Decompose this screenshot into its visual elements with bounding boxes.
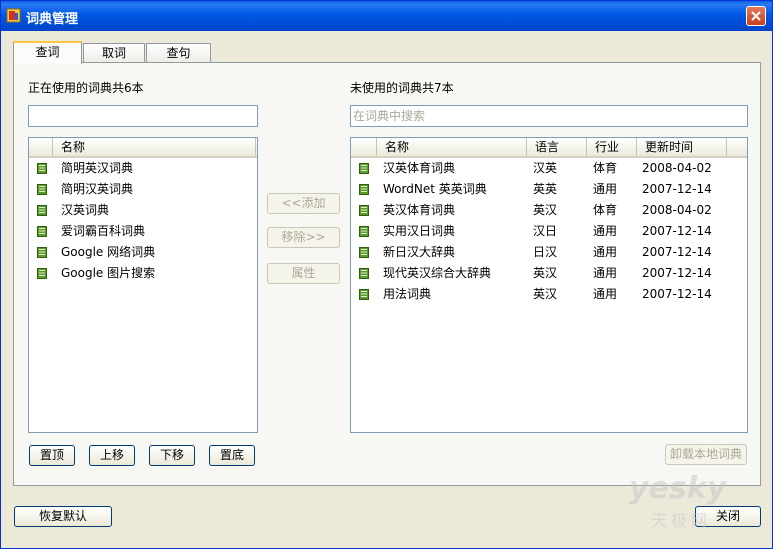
dictionary-update-time: 2007-12-14 [642, 266, 712, 280]
move-up-button[interactable]: 上移 [89, 445, 135, 466]
active-dictionary-row[interactable]: 简明英汉词典 [29, 158, 257, 179]
dictionary-icon [359, 247, 369, 258]
unused-dictionary-row[interactable]: 实用汉日词典 汉日 通用 2007-12-14 [351, 221, 747, 242]
dictionary-name: 英汉体育词典 [383, 203, 456, 217]
header-industry[interactable]: 行业 [587, 138, 637, 156]
active-dictionaries-list[interactable]: 名称 简明英汉词典 简明汉英词典 汉英词典爱词霸百科词典 Google 网络词典 Goo… [28, 137, 258, 433]
dictionary-properties-button[interactable]: 属性 [267, 263, 340, 284]
move-down-button[interactable]: 下移 [149, 445, 195, 466]
dictionary-update-time: 2007-12-14 [642, 182, 712, 196]
dictionary-name: 汉英体育词典 [383, 161, 456, 175]
dictionary-update-time: 2007-12-14 [642, 287, 712, 301]
move-to-top-button[interactable]: 置顶 [29, 445, 75, 466]
add-dictionary-button[interactable]: <<添加 [267, 193, 340, 214]
unused-dictionaries-caption: 未使用的词典共7本 [350, 81, 454, 95]
dictionary-icon [359, 289, 369, 300]
dictionary-update-time: 2007-12-14 [642, 245, 712, 259]
header-name[interactable]: 名称 [377, 138, 527, 156]
dictionary-icon [359, 163, 369, 174]
unused-dictionary-row[interactable]: 汉英体育词典 汉英 体育 2008-04-02 [351, 158, 747, 179]
active-dictionaries-caption: 正在使用的词典共6本 [28, 81, 144, 95]
dictionary-icon [37, 268, 47, 279]
dictionary-update-time: 2008-04-02 [642, 161, 712, 175]
unused-list-header: 名称 语言 行业 更新时间 [351, 138, 747, 158]
header-icon-column [351, 138, 377, 156]
dictionary-update-time: 2008-04-02 [642, 203, 712, 217]
dictionary-name: WordNet 英英词典 [383, 182, 487, 196]
dictionary-name: 汉英词典 [61, 203, 110, 217]
title-bar[interactable]: 词典管理 [1, 1, 772, 31]
dictionary-icon [359, 205, 369, 216]
dictionary-industry: 体育 [593, 161, 618, 175]
dictionary-industry: 通用 [593, 287, 618, 301]
active-dictionary-row[interactable]: Google 网络词典 [29, 242, 257, 263]
active-list-header: 名称 [29, 138, 257, 158]
tab-lookup-word[interactable]: 查词 [13, 41, 82, 64]
header-language[interactable]: 语言 [527, 138, 587, 156]
dictionary-icon [359, 226, 369, 237]
unused-dictionary-row[interactable]: 英汉体育词典 英汉 体育 2008-04-02 [351, 200, 747, 221]
header-name[interactable]: 名称 [53, 138, 256, 156]
dictionary-language: 汉日 [533, 224, 558, 238]
unused-dictionary-row[interactable]: 新日汉大辞典 日汉 通用 2007-12-14 [351, 242, 747, 263]
unused-dictionaries-list[interactable]: 名称 语言 行业 更新时间 汉英体育词典 汉英 体育 2008-04-02 WordNe… [350, 137, 748, 433]
remove-dictionary-button[interactable]: 移除>> [267, 227, 340, 248]
active-list-body: 简明英汉词典 简明汉英词典 汉英词典爱词霸百科词典 Google 网络词典 Google… [29, 158, 257, 284]
dictionary-industry: 通用 [593, 245, 618, 259]
move-to-bottom-button[interactable]: 置底 [209, 445, 255, 466]
dictionary-name: Google 网络词典 [61, 245, 156, 259]
dictionary-search-input[interactable] [350, 105, 748, 127]
active-filter-input[interactable] [28, 105, 258, 127]
dictionary-language: 英汉 [533, 266, 558, 280]
dictionary-icon [37, 163, 47, 174]
dictionary-icon [359, 268, 369, 279]
close-icon [751, 11, 761, 21]
dictionary-name: 爱词霸百科词典 [61, 224, 146, 238]
dictionary-language: 英汉 [533, 287, 558, 301]
dictionary-language: 英汉 [533, 203, 558, 217]
header-icon-column [29, 138, 53, 156]
unused-dictionary-row[interactable]: 用法词典 英汉 通用 2007-12-14 [351, 284, 747, 305]
dictionary-language: 汉英 [533, 161, 558, 175]
active-dictionary-row[interactable]: 简明汉英词典 [29, 179, 257, 200]
restore-defaults-button[interactable]: 恢复默认 [14, 506, 112, 527]
dictionary-name: Google 图片搜索 [61, 266, 156, 280]
watermark-line2: 天极网 [651, 511, 712, 530]
dictionary-name: 新日汉大辞典 [383, 245, 456, 259]
dictionary-language: 英英 [533, 182, 558, 196]
window-close-button[interactable] [746, 6, 766, 26]
yesky-watermark: yesky 天极网 [621, 471, 741, 531]
dictionary-name: 简明英汉词典 [61, 161, 134, 175]
dictionary-name: 实用汉日词典 [383, 224, 456, 238]
active-dictionary-row[interactable]: 爱词霸百科词典 [29, 221, 257, 242]
dictionary-icon [37, 205, 47, 216]
tab-lookup-sentence[interactable]: 查句 [146, 43, 211, 64]
dictionary-update-time: 2007-12-14 [642, 224, 712, 238]
dictionary-name: 现代英汉综合大辞典 [383, 266, 492, 280]
dictionary-language: 日汉 [533, 245, 558, 259]
unused-dictionary-row[interactable]: 现代英汉综合大辞典 英汉 通用 2007-12-14 [351, 263, 747, 284]
dictionary-industry: 通用 [593, 266, 618, 280]
dictionary-name: 用法词典 [383, 287, 432, 301]
window-title: 词典管理 [26, 12, 79, 27]
dictionary-industry: 通用 [593, 182, 618, 196]
tab-capture-word[interactable]: 取词 [83, 43, 145, 64]
dictionary-icon [37, 184, 47, 195]
dictionary-app-icon [6, 8, 21, 23]
header-update-time[interactable]: 更新时间 [637, 138, 727, 156]
active-dictionary-row[interactable]: 汉英词典 [29, 200, 257, 221]
dictionary-industry: 通用 [593, 224, 618, 238]
dictionary-manager-window: 词典管理 查词 取词 查句 正在使用的词典共6本 名称 简明英汉词典 简明汉英词典… [0, 0, 773, 549]
dictionary-icon [359, 184, 369, 195]
active-dictionary-row[interactable]: Google 图片搜索 [29, 263, 257, 284]
unused-dictionary-row[interactable]: WordNet 英英词典 英英 通用 2007-12-14 [351, 179, 747, 200]
dictionary-industry: 体育 [593, 203, 618, 217]
watermark-line1: yesky [629, 471, 727, 506]
unused-list-body: 汉英体育词典 汉英 体育 2008-04-02 WordNet 英英词典 英英 通用 2007… [351, 158, 747, 305]
dictionary-icon [37, 226, 47, 237]
dictionary-icon [37, 247, 47, 258]
uninstall-local-dictionary-button[interactable]: 卸载本地词典 [665, 444, 747, 465]
dictionary-name: 简明汉英词典 [61, 182, 134, 196]
